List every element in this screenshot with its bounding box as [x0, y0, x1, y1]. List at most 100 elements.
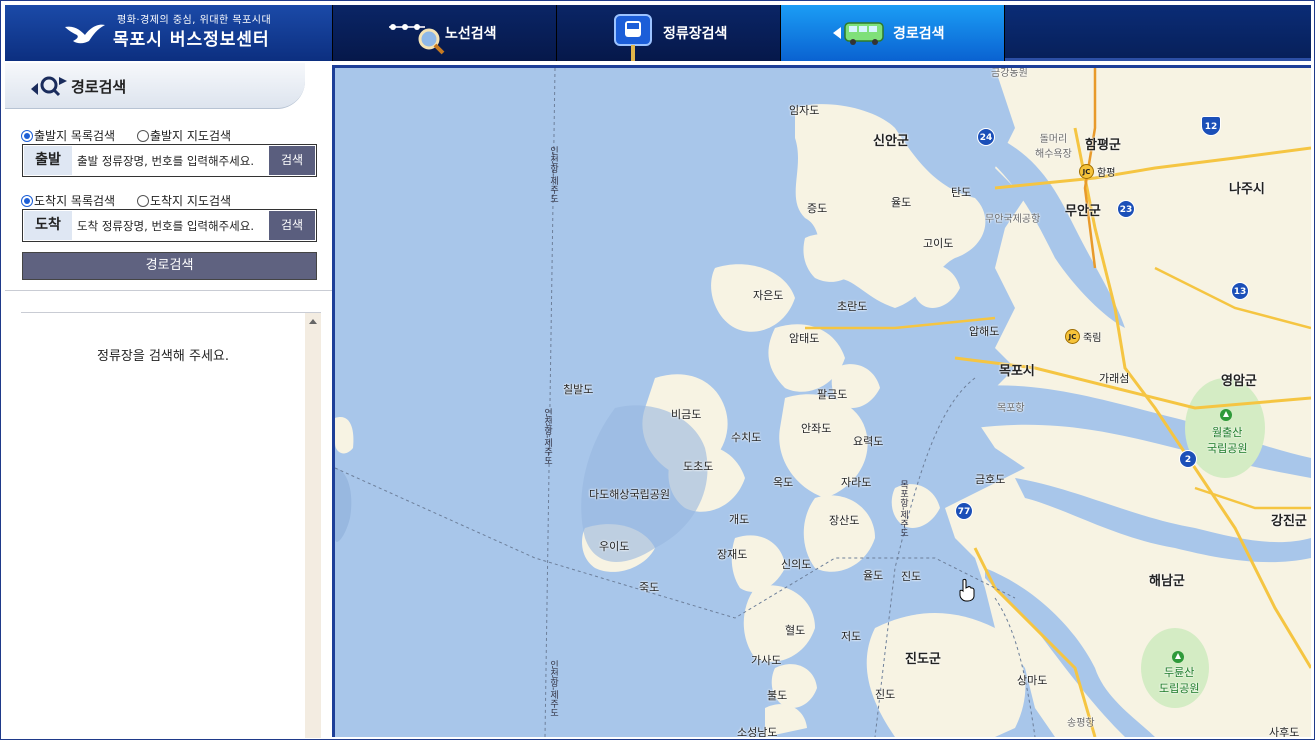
panel-title: 경로검색 — [71, 78, 127, 96]
scroll-up-icon[interactable] — [309, 319, 317, 324]
map-label-soseongnamdo: 소성남도 — [737, 726, 778, 737]
map-label-najusi: 나주시 — [1229, 182, 1265, 197]
map-label-yuldo: 율도 — [891, 196, 912, 209]
map-base — [335, 68, 1311, 737]
map-label-route-vert2: 인천항-제주도 — [542, 408, 552, 466]
map-label-gangjin: 강진군 — [1271, 514, 1307, 529]
map-label-muan: 무안군 — [1065, 204, 1101, 219]
logo[interactable]: 평화·경제의 중심, 위대한 목포시대 목포시 버스정보센터 — [5, 5, 333, 61]
map-label-hyeoldo: 혈도 — [785, 624, 806, 637]
map-label-jindo-island: 진도 — [901, 570, 922, 583]
map-label-garaesom: 가래섬 — [1099, 372, 1130, 385]
destination-map-radio[interactable]: 도착지 지도검색 — [136, 192, 231, 209]
map-label-sahudo: 사후도 — [1269, 726, 1300, 737]
map-label-amtaedo: 암태도 — [789, 332, 820, 345]
map-label-dolmeori: 돌머리 해수욕장 — [1035, 134, 1072, 160]
map-label-uido: 우이도 — [599, 540, 630, 553]
origin-map-radio[interactable]: 출발지 지도검색 — [136, 127, 231, 144]
map-label-wolchulsan: 월출산 국립공원 — [1207, 426, 1248, 455]
origin-list-radio[interactable]: 출발지 목록검색 — [21, 127, 115, 144]
map-label-goido: 고이도 — [923, 237, 954, 250]
tab-path-search[interactable]: 경로검색 — [781, 5, 1005, 61]
destination-search-box: 도착 검색 — [22, 209, 317, 242]
road-shield-77: 77 — [955, 502, 973, 520]
park-tree-icon — [1172, 651, 1184, 663]
map-view[interactable]: 금강농원 임자도 신안군 함평군 나주시 탄도 증도 율도 무안국제공항 무안군… — [332, 65, 1311, 737]
panel-divider — [5, 290, 332, 291]
map-label-jeodo: 저도 — [841, 630, 862, 643]
map-label-route-vert3: 인천항-제주도 — [548, 660, 558, 718]
road-shield-2: 2 — [1179, 450, 1197, 468]
map-label-jeungdo: 증도 — [807, 202, 828, 215]
map-label-palgeumdo: 팔금도 — [817, 388, 848, 401]
results-scrollbar[interactable] — [305, 313, 321, 738]
map-label-suchido: 수치도 — [731, 431, 762, 444]
tab-route-search[interactable]: 노선검색 — [333, 5, 557, 61]
results-empty-message: 정류장을 검색해 주세요. — [97, 349, 229, 364]
map-label-anjwado: 안좌도 — [801, 422, 832, 435]
route-line-icon — [389, 24, 445, 55]
map-label-jungang-jc: 죽림 — [1083, 333, 1102, 344]
road-shield-24: 24 — [977, 128, 995, 146]
map-label-chilbaldo: 칠발도 — [563, 383, 594, 396]
panel-header: 경로검색 — [5, 63, 330, 109]
map-label-hampyeong-jc: 함평 — [1097, 168, 1116, 179]
destination-list-radio[interactable]: 도착지 목록검색 — [21, 192, 115, 209]
route-search-icon — [31, 76, 67, 97]
map-label-muan-airport: 무안국제공항 — [985, 214, 1041, 225]
hand-cursor-icon — [959, 578, 975, 602]
jc-marker-jungang-icon: JC — [1065, 329, 1080, 344]
highway-shield-12: 12 — [1201, 116, 1221, 136]
tab-stop-search[interactable]: 정류장검색 — [557, 5, 781, 61]
origin-mode-radios: 출발지 목록검색 출발지 지도검색 — [21, 127, 249, 144]
tab-stop-search-label: 정류장검색 — [663, 26, 728, 42]
map-label-sinuido: 신의도 — [781, 558, 812, 571]
map-label-jukdo: 죽도 — [639, 581, 660, 594]
map-label-hampyeong: 함평군 — [1085, 138, 1121, 153]
route-search-panel: 경로검색 출발지 목록검색 출발지 지도검색 출발 검색 도착지 목록검색 도착… — [5, 63, 332, 738]
map-label-haenam: 해남군 — [1149, 574, 1185, 589]
map-label-aphaedo: 압해도 — [969, 325, 1000, 338]
origin-search-box: 출발 검색 — [22, 144, 317, 177]
map-label-dochodo: 도초도 — [683, 460, 714, 473]
map-label-gaedo: 개도 — [729, 513, 750, 526]
map-label-imjado: 임자도 — [789, 104, 820, 117]
map-label-mokposi: 목포시 — [999, 364, 1035, 379]
destination-tag: 도착 — [24, 211, 72, 240]
map-label-jindo2: 진도 — [875, 688, 896, 701]
top-navigation: 평화·경제의 중심, 위대한 목포시대 목포시 버스정보센터 노선검색 정류장검… — [5, 5, 1311, 61]
destination-search-button[interactable]: 검색 — [269, 211, 315, 240]
map-label-dureunsan: 두륜산 도립공원 — [1159, 666, 1200, 695]
map-label-gasado: 가사도 — [751, 654, 782, 667]
map-label-dadahae: 다도해상국립공원 — [589, 488, 670, 501]
map-label-bigeumdo: 비금도 — [671, 408, 702, 421]
origin-input[interactable] — [77, 146, 267, 175]
road-shield-13: 13 — [1231, 282, 1249, 300]
tab-path-search-label: 경로검색 — [893, 26, 945, 42]
logo-title: 목포시 버스정보센터 — [113, 30, 270, 50]
origin-search-button[interactable]: 검색 — [269, 146, 315, 175]
map-label-okdo: 옥도 — [773, 476, 794, 489]
map-label-sangmado: 상마도 — [1017, 674, 1048, 687]
map-label-jangsando: 장산도 — [829, 514, 860, 527]
route-search-button[interactable]: 경로검색 — [22, 252, 317, 280]
app-window: 평화·경제의 중심, 위대한 목포시대 목포시 버스정보센터 노선검색 정류장검… — [0, 0, 1315, 740]
map-label-jindo-gun: 진도군 — [905, 652, 941, 667]
map-label-yuldo2: 율도 — [863, 569, 884, 582]
map-label-sinan: 신안군 — [873, 134, 909, 149]
road-shield-23: 23 — [1117, 200, 1135, 218]
destination-mode-radios: 도착지 목록검색 도착지 지도검색 — [21, 192, 249, 209]
map-label-route-vert1: 인천항-제주도 — [548, 146, 558, 204]
map-label-jangjaedo: 장재도 — [717, 548, 748, 561]
map-label-route-vert4: 목포항-제주도 — [898, 480, 908, 538]
bus-path-icon — [833, 22, 884, 45]
mokpo-bird-logo-icon — [65, 24, 105, 44]
map-label-mokpohang: 목포항 — [997, 403, 1025, 414]
map-label-jaradodo: 자라도 — [841, 476, 872, 489]
map-label-top-clip: 금강농원 — [991, 68, 1028, 79]
map-label-yeongam: 영암군 — [1221, 374, 1257, 389]
map-label-jaeundo: 자은도 — [753, 289, 784, 302]
map-label-tando: 탄도 — [951, 186, 972, 199]
destination-input[interactable] — [77, 211, 267, 240]
results-list[interactable]: 정류장을 검색해 주세요. — [21, 312, 321, 738]
